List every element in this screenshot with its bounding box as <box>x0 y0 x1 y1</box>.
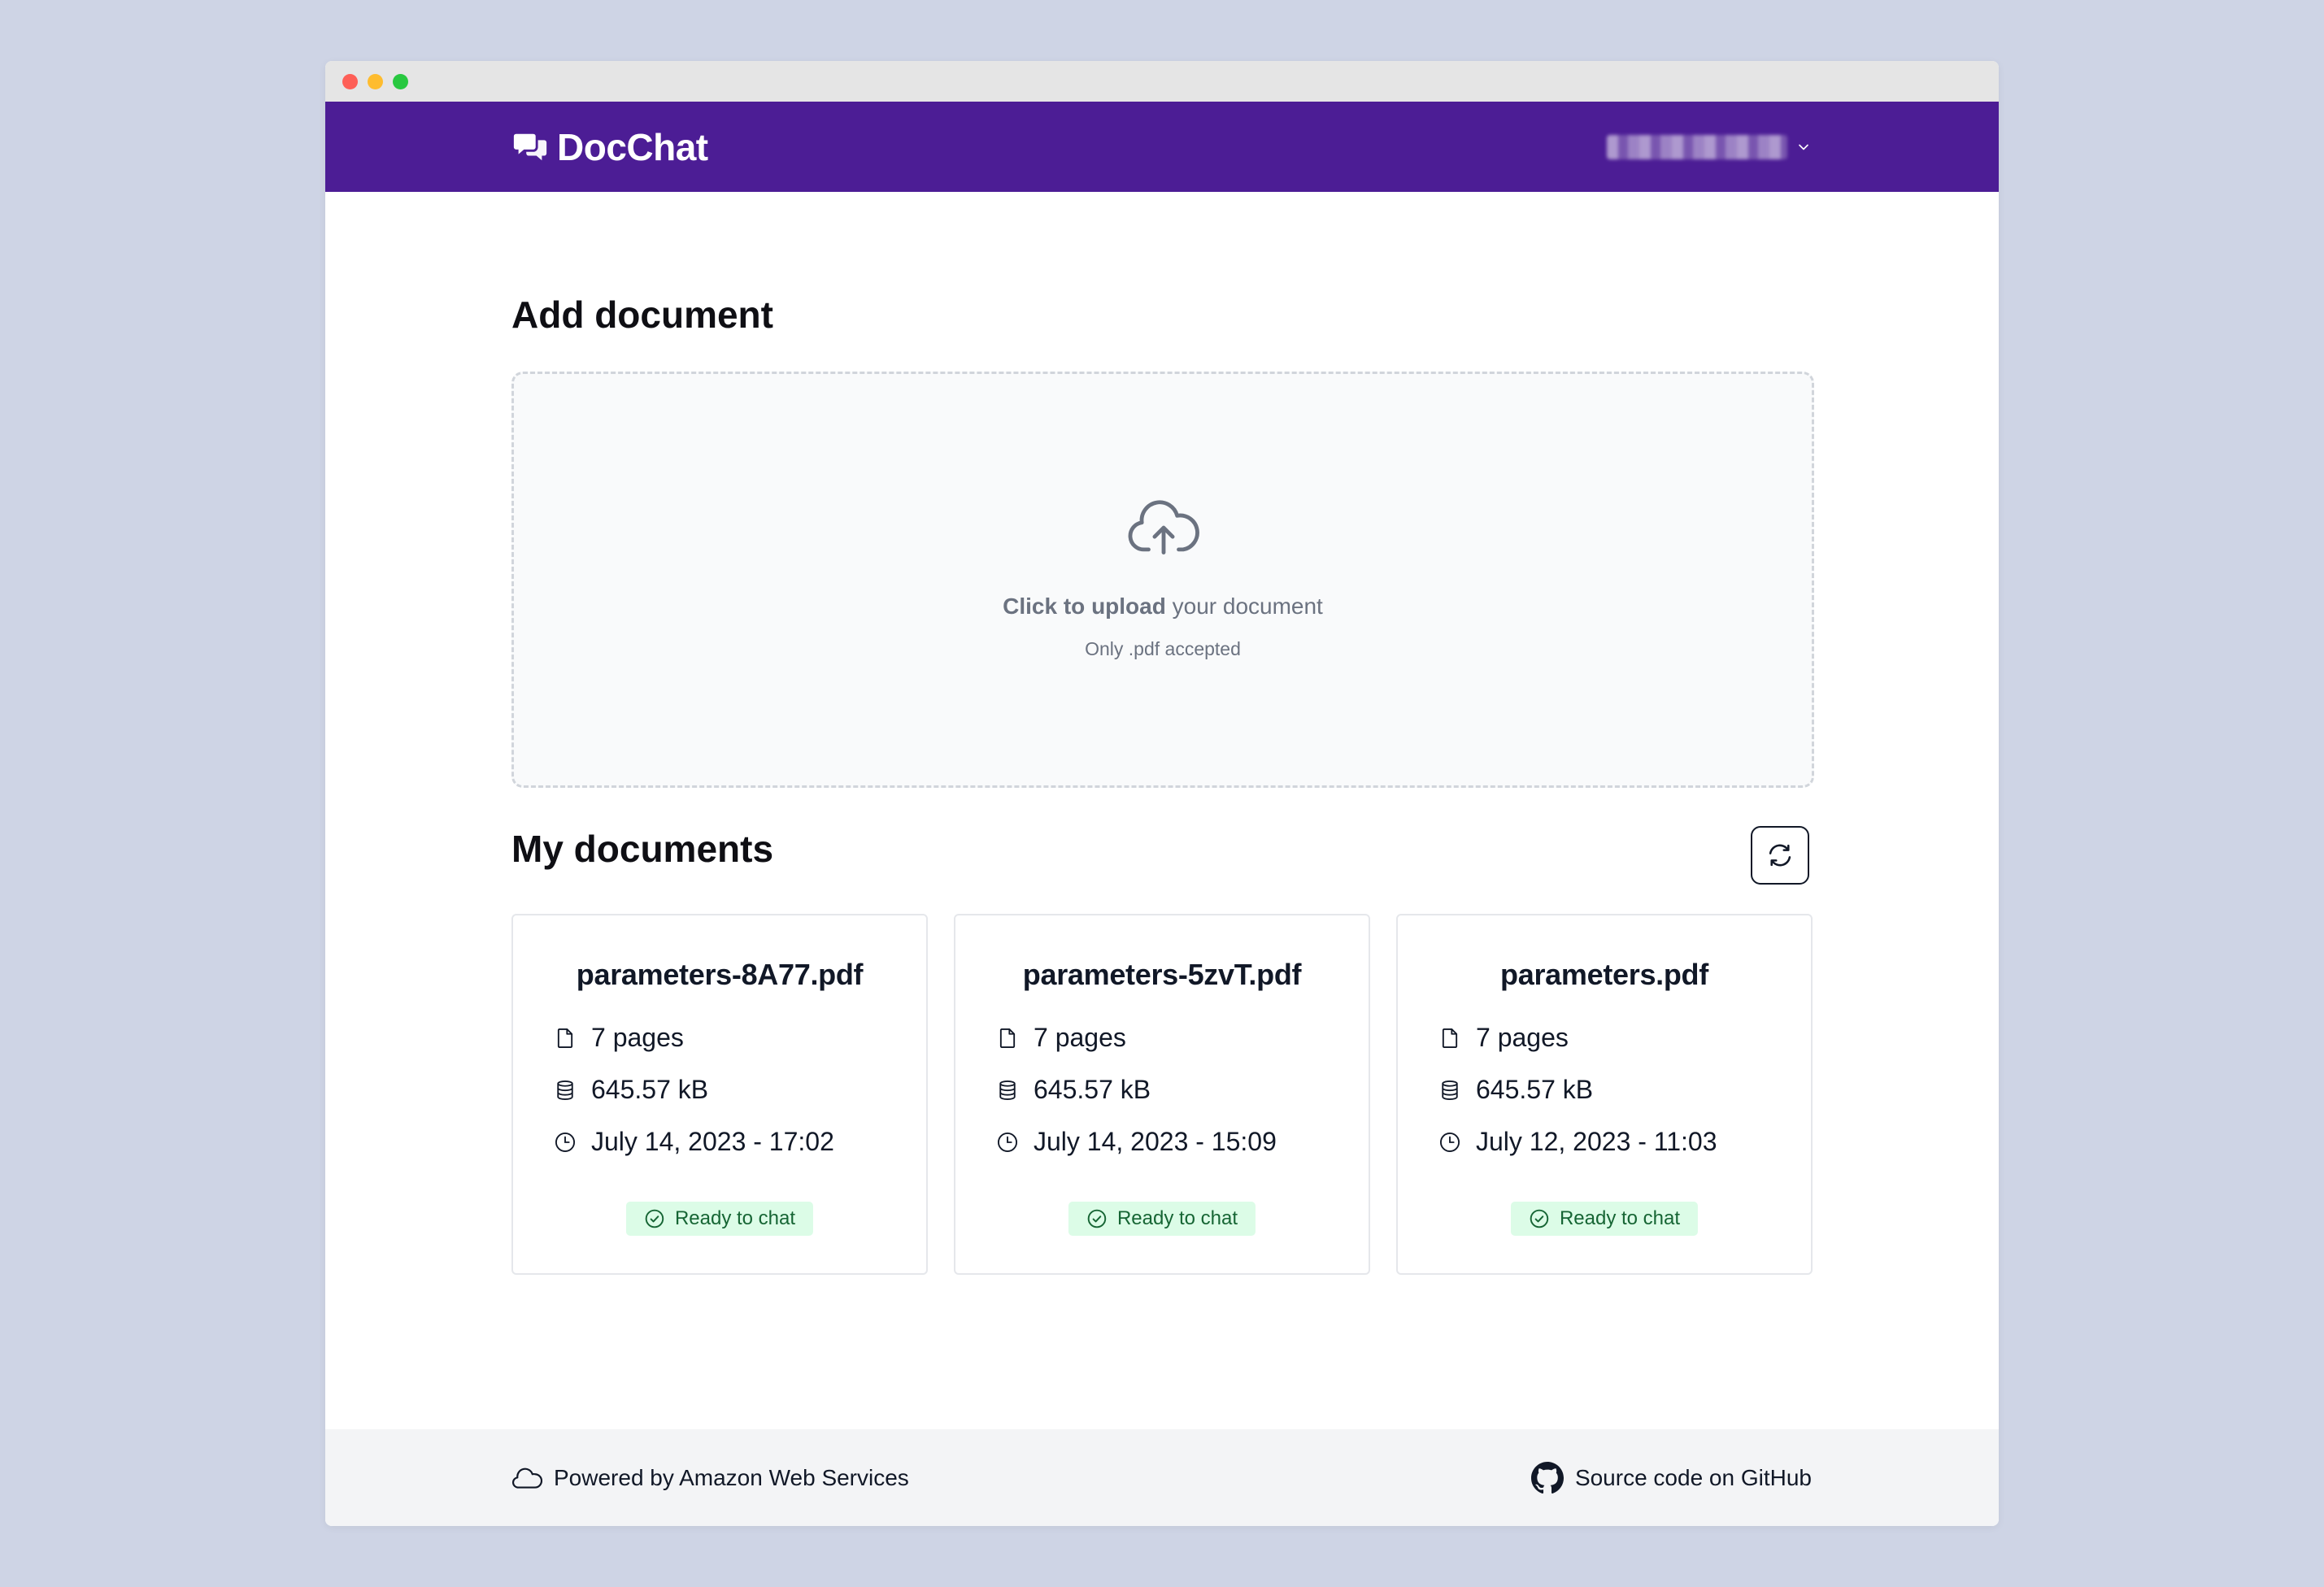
document-name: parameters-5zvT.pdf <box>1022 958 1302 991</box>
document-size: 645.57 kB <box>996 1075 1151 1105</box>
upload-instruction-rest: your document <box>1165 593 1323 619</box>
document-pages-value: 7 pages <box>591 1023 684 1052</box>
upload-hint: Only .pdf accepted <box>1085 638 1241 659</box>
document-size-value: 645.57 kB <box>1034 1075 1151 1104</box>
close-window-button[interactable] <box>342 74 358 89</box>
document-date: July 14, 2023 - 15:09 <box>996 1127 1277 1157</box>
title-bar <box>325 61 1999 102</box>
user-name-redacted <box>1607 134 1787 159</box>
document-size: 645.57 kB <box>554 1075 708 1105</box>
database-icon <box>1442 1080 1458 1100</box>
status-badge: Ready to chat <box>625 1202 814 1236</box>
document-date: July 12, 2023 - 11:03 <box>1438 1127 1717 1157</box>
page-footer: Powered by Amazon Web Services Source co… <box>325 1429 1999 1526</box>
app-header: DocChat <box>325 102 1999 192</box>
powered-by-text: Powered by Amazon Web Services <box>554 1464 909 1490</box>
maximize-window-button[interactable] <box>393 74 408 89</box>
document-name: parameters.pdf <box>1500 958 1708 991</box>
document-date-value: July 14, 2023 - 17:02 <box>591 1127 834 1156</box>
document-pages-value: 7 pages <box>1034 1023 1126 1052</box>
document-size: 645.57 kB <box>1438 1075 1593 1105</box>
upload-instruction-bold: Click to upload <box>1003 593 1166 619</box>
document-pages: 7 pages <box>996 1023 1126 1053</box>
clock-icon <box>997 1132 1018 1152</box>
add-document-title: Add document <box>511 293 773 336</box>
github-link-text: Source code on GitHub <box>1574 1464 1812 1490</box>
upload-instruction: Click to upload your document <box>514 593 1812 620</box>
browser-window: DocChat Add document Click to upload you… <box>325 61 1999 1526</box>
document-size-value: 645.57 kB <box>591 1075 709 1104</box>
document-date-value: July 14, 2023 - 15:09 <box>1034 1127 1277 1156</box>
file-icon <box>1442 1028 1458 1048</box>
refresh-icon <box>1769 844 1791 867</box>
clock-icon <box>555 1132 576 1152</box>
document-pages-value: 7 pages <box>1476 1023 1569 1052</box>
check-circle-icon <box>1530 1209 1549 1228</box>
document-date-value: July 12, 2023 - 11:03 <box>1476 1127 1717 1156</box>
check-circle-icon <box>1087 1209 1107 1228</box>
database-icon <box>557 1080 573 1100</box>
status-text: Ready to chat <box>1116 1207 1238 1229</box>
cloud-upload-icon <box>1128 500 1199 555</box>
my-documents-title: My documents <box>511 828 774 870</box>
powered-by: Powered by Amazon Web Services <box>511 1429 909 1526</box>
github-link[interactable]: Source code on GitHub <box>1530 1429 1812 1526</box>
document-card[interactable]: parameters.pdf 7 pages 645.57 kB July 12… <box>1396 914 1813 1275</box>
database-icon <box>999 1080 1016 1100</box>
user-menu[interactable] <box>1607 102 1812 192</box>
chevron-down-icon <box>1799 144 1808 150</box>
chat-bubbles-icon <box>513 133 547 160</box>
status-badge: Ready to chat <box>1510 1202 1699 1236</box>
app-title: DocChat <box>557 125 708 168</box>
upload-dropzone[interactable]: Click to upload your document Only .pdf … <box>511 372 1814 788</box>
document-pages: 7 pages <box>554 1023 684 1053</box>
document-card[interactable]: parameters-8A77.pdf 7 pages 645.57 kB Ju… <box>511 914 928 1275</box>
file-icon <box>999 1028 1016 1048</box>
cloud-icon <box>511 1467 542 1489</box>
documents-grid: parameters-8A77.pdf 7 pages 645.57 kB Ju… <box>511 914 1813 1275</box>
document-date: July 14, 2023 - 17:02 <box>554 1127 834 1157</box>
refresh-button[interactable] <box>1751 826 1809 885</box>
document-card[interactable]: parameters-5zvT.pdf 7 pages 645.57 kB Ju… <box>954 914 1370 1275</box>
document-name: parameters-8A77.pdf <box>576 958 864 991</box>
document-size-value: 645.57 kB <box>1476 1075 1594 1104</box>
clock-icon <box>1439 1132 1460 1152</box>
github-icon <box>1530 1461 1564 1494</box>
status-text: Ready to chat <box>674 1207 796 1229</box>
file-icon <box>557 1028 573 1048</box>
minimize-window-button[interactable] <box>368 74 383 89</box>
document-pages: 7 pages <box>1438 1023 1569 1053</box>
status-text: Ready to chat <box>1559 1207 1681 1229</box>
status-badge: Ready to chat <box>1068 1202 1256 1236</box>
app-logo[interactable]: DocChat <box>511 102 708 192</box>
check-circle-icon <box>645 1209 664 1228</box>
